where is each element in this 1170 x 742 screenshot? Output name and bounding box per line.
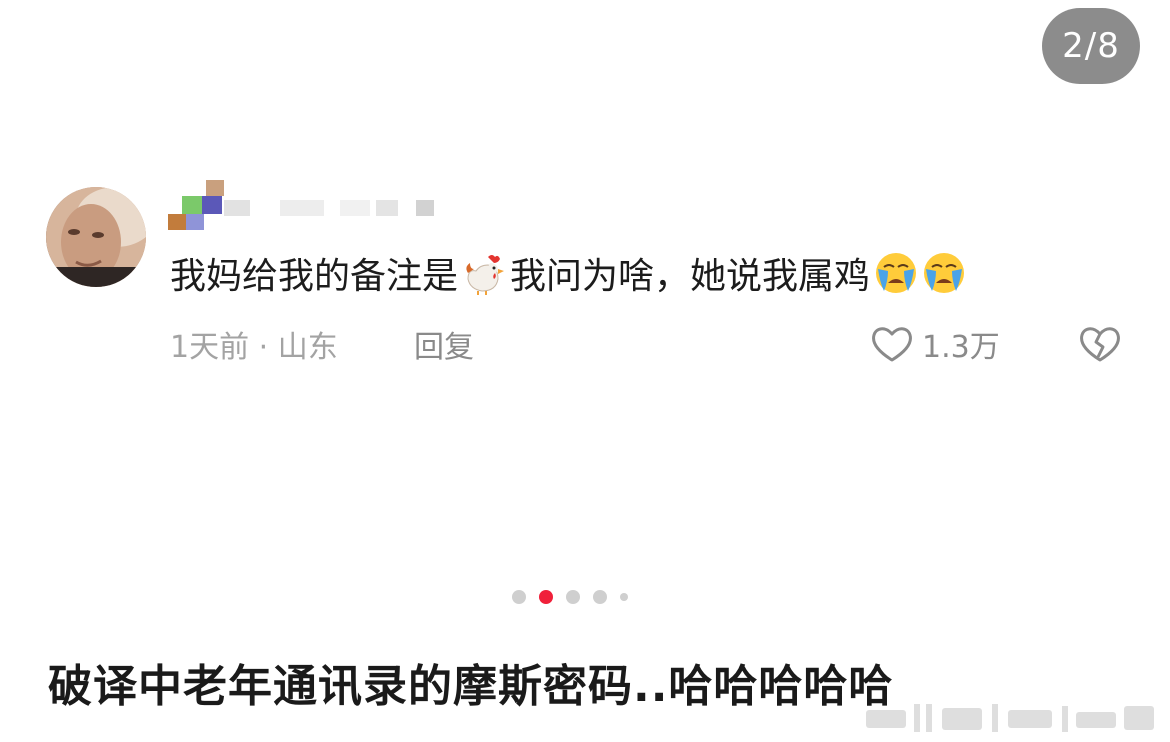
carousel-dot[interactable]	[512, 590, 526, 604]
avatar[interactable]	[46, 187, 146, 287]
avatar-photo	[46, 187, 146, 287]
crying-face-emoji-icon	[876, 253, 917, 293]
broken-heart-icon[interactable]	[1078, 324, 1122, 364]
crying-face-emoji-icon	[924, 253, 965, 293]
heart-icon	[872, 327, 912, 362]
page-counter-badge: 2/8	[1042, 8, 1140, 84]
watermark-logo	[866, 704, 1154, 732]
post-caption: 破译中老年通讯录的摩斯密码..哈哈哈哈哈	[48, 661, 894, 712]
carousel-indicator	[512, 590, 628, 604]
username-pixelated[interactable]	[168, 180, 458, 232]
comment-time-location: 1天前 · 山东	[170, 330, 338, 365]
carousel-dot[interactable]	[566, 590, 580, 604]
like-button[interactable]: 1.3万	[870, 322, 1000, 366]
reply-button[interactable]: 回复	[414, 322, 474, 366]
comment-text: 我妈给我的备注是 我问为啥，她说我属鸡	[170, 247, 966, 299]
comment-text-part2: 我问为啥，她说我属鸡	[510, 256, 871, 297]
rooster-emoji-icon	[466, 255, 505, 295]
carousel-dot[interactable]	[620, 593, 628, 601]
like-count: 1.3万	[922, 330, 1000, 365]
carousel-dot[interactable]	[593, 590, 607, 604]
comment-text-part1: 我妈给我的备注是	[170, 256, 459, 297]
carousel-dot-active[interactable]	[539, 590, 553, 604]
